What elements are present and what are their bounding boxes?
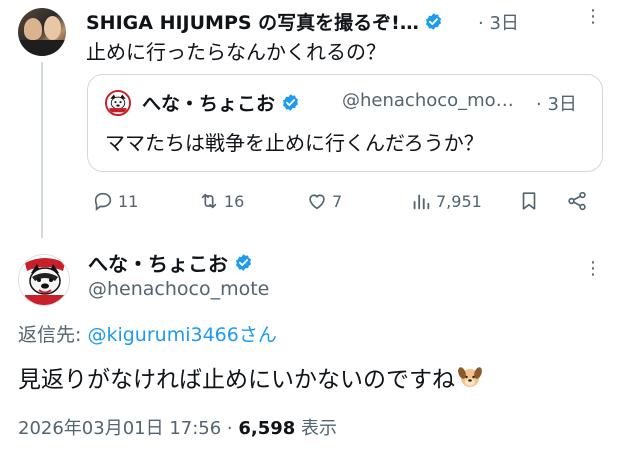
views-label: 表示 <box>295 418 338 439</box>
retweet-icon <box>201 193 217 209</box>
view-count: 6,598 <box>238 418 296 439</box>
reply-count: 11 <box>118 191 139 211</box>
share-button[interactable] <box>566 190 588 212</box>
avatar[interactable] <box>18 8 66 56</box>
verified-icon <box>425 13 441 30</box>
retweet-count: 16 <box>224 191 245 211</box>
dog-face-icon <box>458 367 482 387</box>
verified-icon <box>282 94 299 111</box>
timestamp[interactable]: 2026年03月01日 17:56 · <box>18 418 238 439</box>
reply-label: 返信先: <box>18 324 88 346</box>
author-handle[interactable]: @henachoco_mote <box>88 278 269 300</box>
more-options-icon[interactable]: ⋮ <box>584 6 603 27</box>
verified-icon <box>235 254 252 271</box>
reply-icon <box>94 192 112 211</box>
like-count: 7 <box>332 191 343 211</box>
author-name[interactable]: へな・ちょこお <box>88 248 253 277</box>
tweet-text: 止めに行ったらなんかくれるの？ <box>86 40 386 64</box>
avatar[interactable] <box>18 254 70 306</box>
quoted-text: ママたちは戦争を止めに行くんだろうか？ <box>105 131 484 155</box>
quoted-tweet[interactable]: へな・ちょこお @henachoco_mo… · 3日 ママたちは戦争を止めに行… <box>87 74 603 172</box>
quoted-avatar <box>105 90 131 116</box>
quoted-author-name: へな・ちょこお <box>142 89 300 116</box>
tweet-time[interactable]: · 3日 <box>478 9 519 35</box>
bookmark-icon <box>522 192 536 210</box>
heart-icon <box>309 194 325 210</box>
analytics-icon <box>413 194 430 210</box>
bookmark-button[interactable] <box>518 190 540 212</box>
share-icon <box>568 191 586 211</box>
tweet-text-content: 見返りがなければ止めにいかないのですね <box>18 367 455 393</box>
quoted-author-name-text: へな・ちょこお <box>142 93 276 115</box>
reply-context: 返信先: @kigurumi3466さん <box>18 320 277 347</box>
views-button[interactable]: 7,951 <box>410 190 482 212</box>
tweet-text: 見返りがなければ止めにいかないのですね <box>18 360 483 394</box>
author-name-text: へな・ちょこお <box>88 252 228 276</box>
quoted-handle: @henachoco_mo… <box>342 90 514 111</box>
retweet-button[interactable]: 16 <box>198 190 244 212</box>
tweet-meta: 2026年03月01日 17:56 · 6,598 表示 <box>18 414 337 440</box>
view-count: 7,951 <box>436 191 482 211</box>
reply-button[interactable]: 11 <box>92 190 138 212</box>
author-name-text: SHIGA HIJUMPS の写真を撮るぞ!… <box>86 12 419 34</box>
thread-line <box>41 62 43 238</box>
author-name[interactable]: SHIGA HIJUMPS の写真を撮るぞ!… <box>86 8 443 35</box>
more-options-icon[interactable]: ⋮ <box>584 258 603 279</box>
like-button[interactable]: 7 <box>306 190 342 212</box>
quoted-time: · 3日 <box>536 94 577 115</box>
reply-mention-link[interactable]: @kigurumi3466さん <box>87 324 276 346</box>
